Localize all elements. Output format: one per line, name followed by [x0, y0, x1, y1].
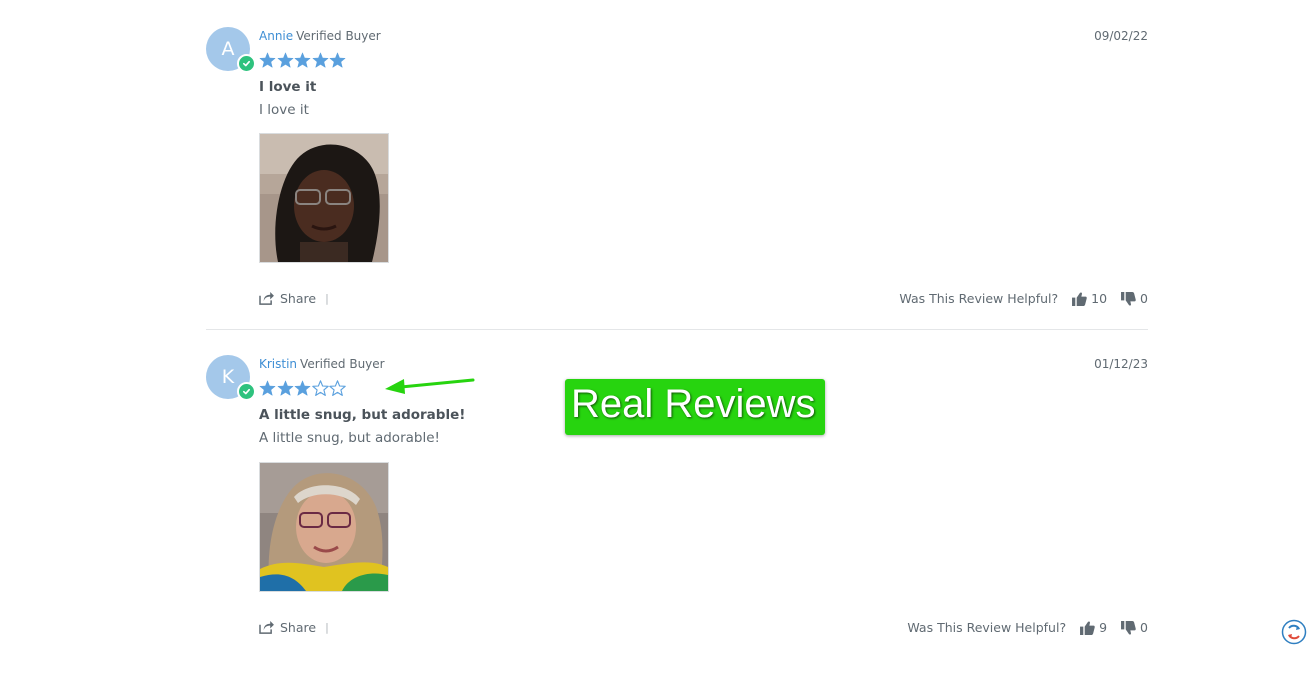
star-empty-icon	[329, 380, 346, 396]
thumbs-down-count: 0	[1140, 291, 1148, 306]
review-photo[interactable]	[259, 462, 389, 592]
refresh-widget-icon[interactable]	[1281, 619, 1307, 645]
callout-text: Real Reviews	[571, 382, 816, 426]
share-separator: |	[325, 621, 329, 634]
star-filled-icon	[277, 380, 293, 396]
star-filled-icon	[259, 52, 276, 68]
star-filled-icon	[329, 52, 346, 68]
thumbs-up-count: 9	[1099, 620, 1108, 635]
review-item: A Annie Verified Buyer 09/02/22 I love it…	[206, 27, 1148, 317]
share-icon	[259, 621, 274, 634]
thumbs-down-count: 0	[1140, 620, 1148, 635]
verified-buyer-label: Verified Buyer	[296, 29, 381, 43]
reviewer-name: Kristin	[259, 357, 298, 371]
share-button[interactable]: Share |	[259, 620, 329, 635]
review-title: I love it	[259, 79, 317, 95]
star-filled-icon	[312, 52, 328, 68]
review-title: A little snug, but adorable!	[259, 407, 466, 423]
review-divider	[206, 329, 1148, 330]
share-label: Share	[280, 291, 317, 306]
review-body: I love it	[259, 102, 309, 118]
share-button[interactable]: Share |	[259, 291, 329, 306]
review-date: 01/12/23	[1094, 357, 1148, 371]
star-filled-icon	[277, 52, 293, 68]
star-empty-icon	[311, 380, 329, 396]
thumbs-up-count: 10	[1091, 291, 1108, 306]
verified-buyer-label: Verified Buyer	[300, 357, 385, 371]
review-date: 09/02/22	[1094, 29, 1148, 43]
avatar-letter: K	[221, 366, 235, 388]
star-filled-icon	[294, 52, 311, 68]
star-rating	[259, 380, 347, 397]
thumbs-up-button[interactable]: 10	[1072, 291, 1107, 306]
reviewer-info: Annie Verified Buyer	[259, 29, 381, 43]
review-body: A little snug, but adorable!	[259, 430, 440, 446]
helpful-label: Was This Review Helpful?	[899, 291, 1059, 306]
thumbs-down-button[interactable]: 0	[1121, 620, 1148, 635]
avatar-letter: A	[221, 38, 235, 60]
share-label: Share	[280, 620, 317, 635]
reviewer-name: Annie	[259, 29, 294, 43]
helpful-votes: Was This Review Helpful? 10 0	[899, 291, 1148, 306]
helpful-label: Was This Review Helpful?	[907, 620, 1067, 635]
verified-check-icon	[237, 54, 256, 73]
thumbs-down-icon	[1121, 620, 1136, 635]
annotation-arrow-icon	[385, 378, 475, 394]
helpful-votes: Was This Review Helpful? 9 0	[907, 620, 1148, 635]
share-icon	[259, 292, 274, 305]
star-filled-icon	[259, 380, 276, 396]
thumbs-down-icon	[1121, 291, 1136, 306]
review-photo[interactable]	[259, 133, 389, 263]
verified-check-icon	[237, 382, 256, 401]
thumbs-up-button[interactable]: 9	[1080, 620, 1107, 635]
real-reviews-callout: Real Reviews	[565, 379, 825, 435]
star-rating	[259, 52, 347, 69]
reviewer-info: Kristin Verified Buyer	[259, 357, 385, 371]
star-filled-icon	[294, 380, 311, 396]
thumbs-down-button[interactable]: 0	[1121, 291, 1148, 306]
thumbs-up-icon	[1072, 291, 1087, 306]
share-separator: |	[325, 292, 329, 305]
thumbs-up-icon	[1080, 620, 1095, 635]
